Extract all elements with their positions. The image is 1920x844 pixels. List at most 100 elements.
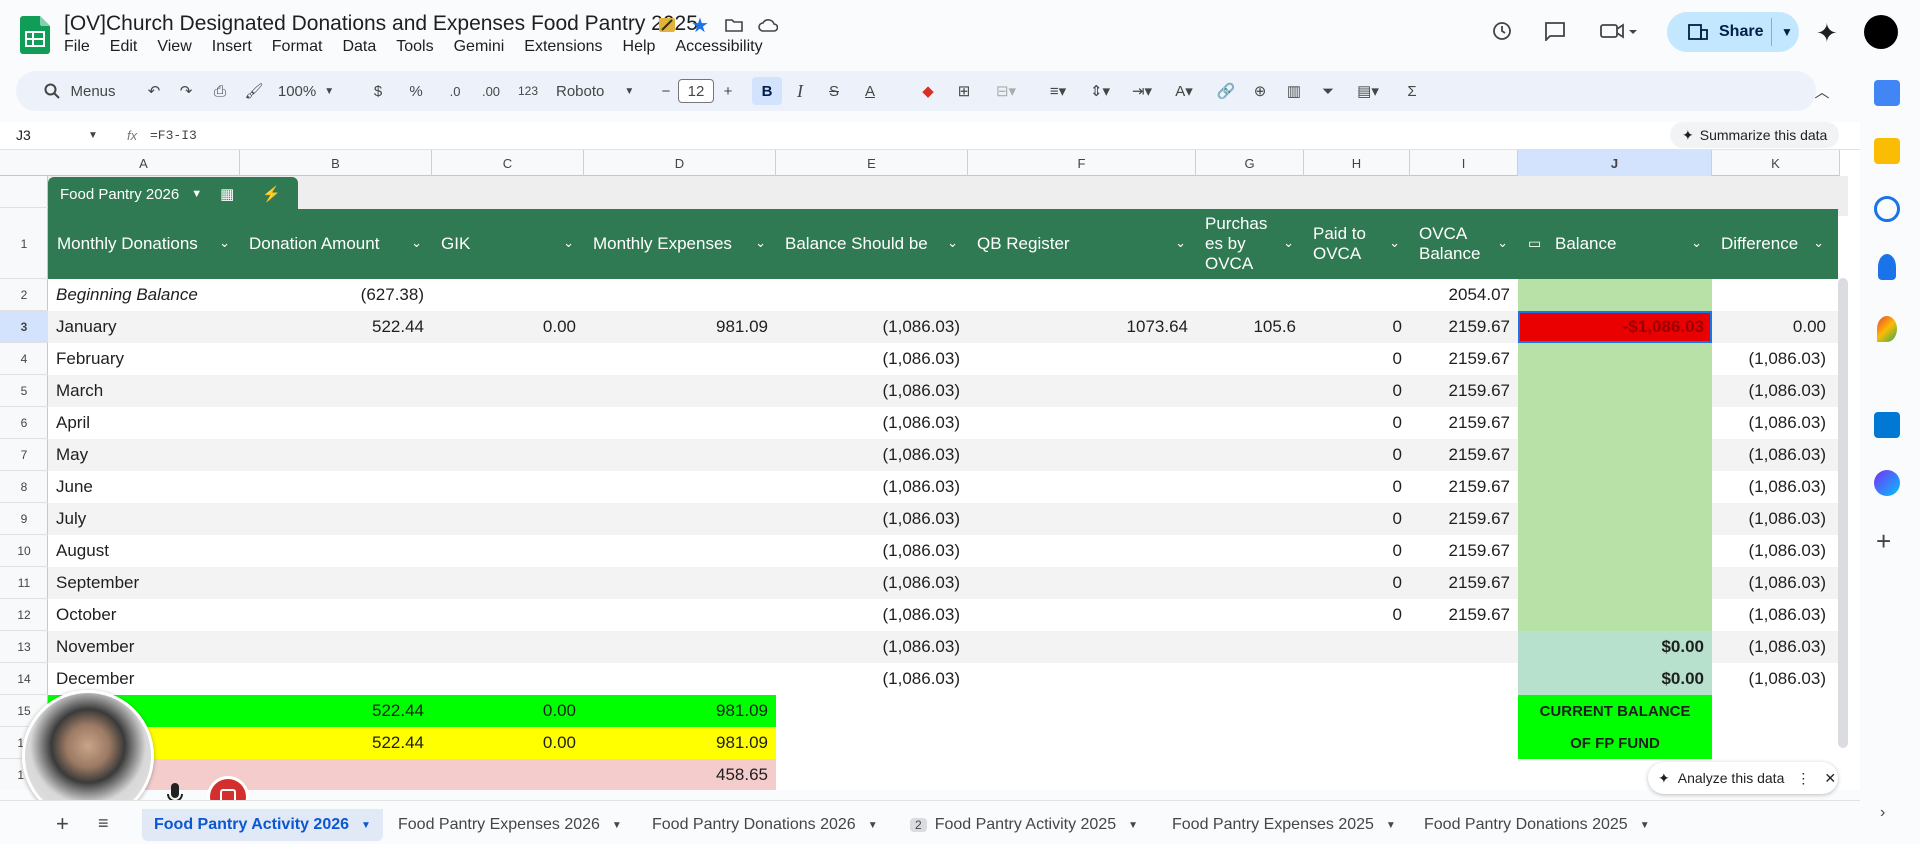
cell-j9[interactable] (1518, 503, 1712, 535)
cell-g2[interactable] (1196, 279, 1304, 311)
cell-j6[interactable] (1518, 407, 1712, 439)
paint-format-icon[interactable]: 🖌 (240, 77, 268, 105)
cell-d15[interactable]: 981.09 (584, 695, 776, 727)
cell-e3[interactable]: (1,086.03) (776, 311, 968, 343)
cell-e16[interactable] (776, 727, 968, 759)
cell-h8[interactable]: 0 (1304, 471, 1410, 503)
cell-e5[interactable]: (1,086.03) (776, 375, 968, 407)
cell-k7[interactable]: (1,086.03) (1712, 439, 1834, 471)
cell-c3[interactable]: 0.00 (432, 311, 584, 343)
meet-icon[interactable] (1594, 16, 1644, 46)
cell-d10[interactable] (584, 535, 776, 567)
cell-k4[interactable]: (1,086.03) (1712, 343, 1834, 375)
cell-k8[interactable]: (1,086.03) (1712, 471, 1834, 503)
comments-icon[interactable] (1540, 16, 1570, 46)
row-header[interactable]: 6 (0, 407, 48, 439)
cell-f9[interactable] (968, 503, 1196, 535)
cell-j7[interactable] (1518, 439, 1712, 471)
cell-i12[interactable]: 2159.67 (1410, 599, 1518, 631)
font-size-decrease-icon[interactable]: − (656, 77, 676, 105)
cell-h6[interactable]: 0 (1304, 407, 1410, 439)
cell-c13[interactable] (432, 631, 584, 663)
cell-h3[interactable]: 0 (1304, 311, 1410, 343)
column-menu-icon[interactable]: ⌄ (1691, 233, 1702, 253)
all-sheets-icon[interactable]: ≡ (98, 813, 109, 834)
merge-cells-icon[interactable]: ⊟▾ (986, 77, 1026, 105)
undo-icon[interactable]: ↶ (140, 77, 168, 105)
cell-e15[interactable] (776, 695, 968, 727)
cell-e4[interactable]: (1,086.03) (776, 343, 968, 375)
cell-h14[interactable] (1304, 663, 1410, 695)
cell-h12[interactable]: 0 (1304, 599, 1410, 631)
column-header-j[interactable]: J (1518, 150, 1712, 176)
cell-k9[interactable]: (1,086.03) (1712, 503, 1834, 535)
menu-extensions[interactable]: Extensions (524, 38, 602, 56)
cell-f11[interactable] (968, 567, 1196, 599)
name-box-dropdown-icon[interactable]: ▼ (88, 130, 98, 141)
text-rotation-icon[interactable]: A▾ (1164, 77, 1204, 105)
cell-g17[interactable] (1196, 759, 1304, 790)
menu-tools[interactable]: Tools (396, 38, 433, 56)
cell-i13[interactable] (1410, 631, 1518, 663)
cell-k15[interactable] (1712, 695, 1834, 727)
row-header[interactable]: 12 (0, 599, 48, 631)
cell-a3[interactable]: January (48, 311, 240, 343)
cell-d16[interactable]: 981.09 (584, 727, 776, 759)
cell-f8[interactable] (968, 471, 1196, 503)
cell-c9[interactable] (432, 503, 584, 535)
addon-icon[interactable] (1874, 470, 1900, 496)
sheet-tab[interactable]: Food Pantry Donations 2025 ▼ (1412, 809, 1662, 841)
menu-edit[interactable]: Edit (110, 38, 138, 56)
column-menu-icon[interactable]: ⌄ (563, 233, 574, 253)
cell-e2[interactable] (776, 279, 968, 311)
column-header-c[interactable]: C (432, 150, 584, 176)
cell-c16[interactable]: 0.00 (432, 727, 584, 759)
cell-h2[interactable] (1304, 279, 1410, 311)
horizontal-align-icon[interactable]: ≡▾ (1038, 77, 1078, 105)
outlook-addon-icon[interactable] (1874, 412, 1900, 438)
cell-i2[interactable]: 2054.07 (1410, 279, 1518, 311)
cell-b6[interactable] (240, 407, 432, 439)
cell-i9[interactable]: 2159.67 (1410, 503, 1518, 535)
cell-i4[interactable]: 2159.67 (1410, 343, 1518, 375)
star-icon[interactable]: ★ (689, 14, 711, 37)
strikethrough-icon[interactable]: S (820, 77, 848, 105)
cell-a13[interactable]: November (48, 631, 240, 663)
maps-icon[interactable] (1877, 316, 1897, 342)
cell-g11[interactable] (1196, 567, 1304, 599)
cell-j16[interactable]: OF FP FUND (1518, 727, 1712, 759)
menu-accessibility[interactable]: Accessibility (675, 38, 762, 56)
cell-i17[interactable] (1410, 759, 1518, 790)
redo-icon[interactable]: ↷ (172, 77, 200, 105)
cell-f17[interactable] (968, 759, 1196, 790)
table-header-cell[interactable]: Monthly Expenses ⌄ (584, 209, 776, 279)
chevron-down-icon[interactable]: ▼ (1128, 820, 1138, 831)
column-menu-icon[interactable]: ⌄ (1497, 233, 1508, 253)
chevron-down-icon[interactable]: ▼ (868, 820, 878, 831)
cell-j13[interactable]: $0.00 (1518, 631, 1712, 663)
column-header-f[interactable]: F (968, 150, 1196, 176)
cell-c2[interactable] (432, 279, 584, 311)
column-header-e[interactable]: E (776, 150, 968, 176)
cell-b17[interactable] (240, 759, 432, 790)
cell-k2[interactable] (1712, 279, 1834, 311)
cell-f12[interactable] (968, 599, 1196, 631)
cell-h11[interactable]: 0 (1304, 567, 1410, 599)
row-header[interactable]: 5 (0, 375, 48, 407)
cell-d12[interactable] (584, 599, 776, 631)
cell-a2[interactable]: Beginning Balance (48, 279, 240, 311)
column-menu-icon[interactable]: ⌄ (411, 233, 422, 253)
cell-f2[interactable] (968, 279, 1196, 311)
cell-b13[interactable] (240, 631, 432, 663)
add-sheet-icon[interactable]: + (56, 811, 69, 837)
column-menu-icon[interactable]: ⌄ (1813, 233, 1824, 253)
cell-j8[interactable] (1518, 471, 1712, 503)
cell-h16[interactable] (1304, 727, 1410, 759)
row-header[interactable]: 4 (0, 343, 48, 375)
cell-c8[interactable] (432, 471, 584, 503)
cell-i7[interactable]: 2159.67 (1410, 439, 1518, 471)
row-header[interactable]: 7 (0, 439, 48, 471)
column-header-h[interactable]: H (1304, 150, 1410, 176)
zoom-select[interactable]: 100% ▼ (274, 77, 338, 105)
menu-gemini[interactable]: Gemini (454, 38, 505, 56)
